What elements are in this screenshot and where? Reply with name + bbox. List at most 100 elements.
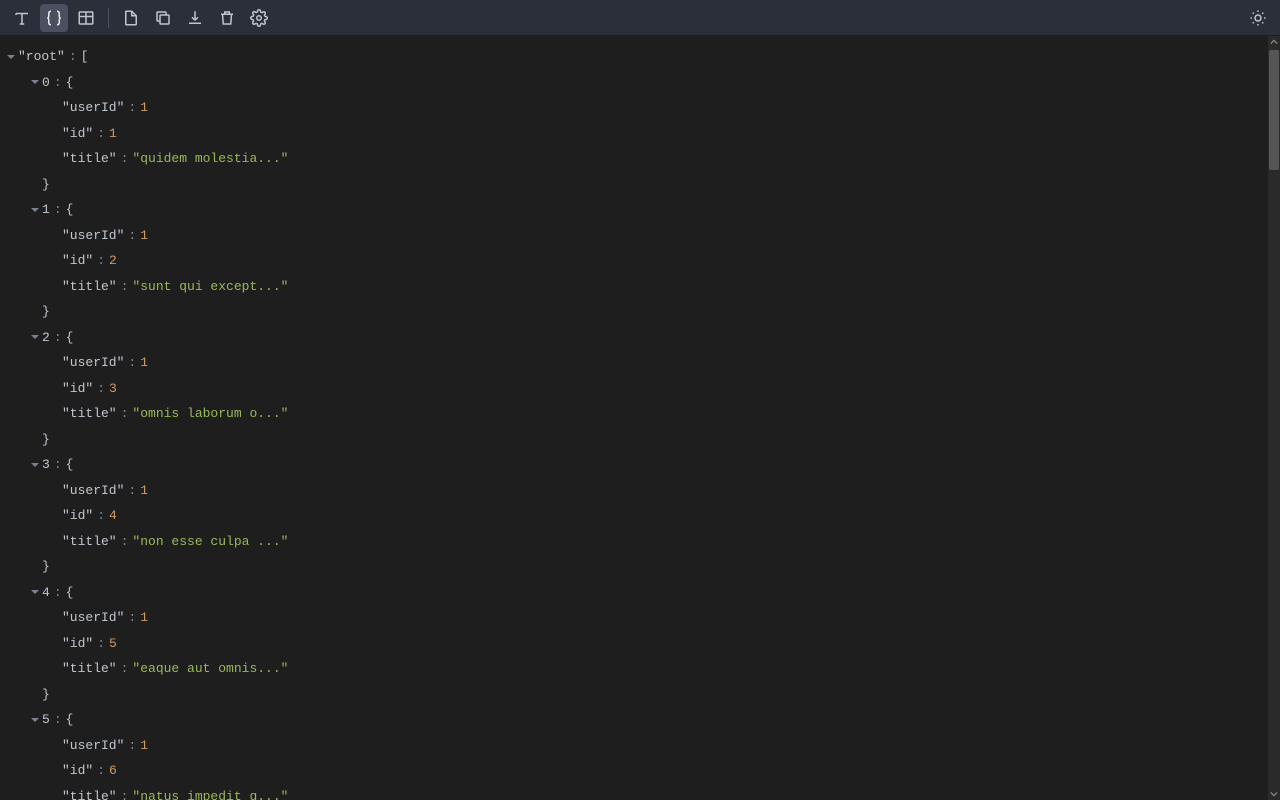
download-icon — [186, 9, 204, 27]
object-open: { — [66, 455, 74, 475]
prop-key-userId: "userId" — [62, 481, 124, 501]
prop-key-title: "title" — [62, 149, 117, 169]
object-open: { — [66, 328, 74, 348]
colon: : — [121, 277, 129, 297]
prop-val-id: 2 — [109, 251, 117, 271]
prop-val-title: "quidem molestia..." — [132, 149, 288, 169]
prop-title-4[interactable]: "title" : "eaque aut omnis..." — [4, 656, 1280, 682]
colon: : — [128, 736, 136, 756]
prop-key-userId: "userId" — [62, 736, 124, 756]
array-index: 2 — [42, 328, 50, 348]
caret-icon[interactable] — [28, 460, 42, 470]
prop-val-userId: 1 — [140, 98, 148, 118]
array-item-1[interactable]: 1 : { — [4, 197, 1280, 223]
object-close-2: } — [4, 427, 1280, 453]
prop-id-4[interactable]: "id" : 5 — [4, 631, 1280, 657]
scrollbar[interactable] — [1268, 36, 1280, 800]
prop-key-userId: "userId" — [62, 226, 124, 246]
prop-key-id: "id" — [62, 124, 93, 144]
array-item-4[interactable]: 4 : { — [4, 580, 1280, 606]
object-close-3: } — [4, 554, 1280, 580]
text-view-button[interactable] — [8, 4, 36, 32]
object-close-0: } — [4, 172, 1280, 198]
colon: : — [121, 787, 129, 800]
caret-icon[interactable] — [28, 332, 42, 342]
copy-button[interactable] — [149, 4, 177, 32]
colon: : — [121, 532, 129, 552]
caret-icon[interactable] — [28, 205, 42, 215]
prop-key-title: "title" — [62, 404, 117, 424]
theme-button[interactable] — [1244, 4, 1272, 32]
prop-title-0[interactable]: "title" : "quidem molestia..." — [4, 146, 1280, 172]
prop-userId-5[interactable]: "userId" : 1 — [4, 733, 1280, 759]
object-open: { — [66, 200, 74, 220]
table-icon — [77, 9, 95, 27]
file-icon — [122, 9, 140, 27]
array-index: 1 — [42, 200, 50, 220]
prop-id-5[interactable]: "id" : 6 — [4, 758, 1280, 784]
array-item-0[interactable]: 0 : { — [4, 70, 1280, 96]
prop-userId-2[interactable]: "userId" : 1 — [4, 350, 1280, 376]
caret-icon[interactable] — [28, 715, 42, 725]
prop-title-5[interactable]: "title" : "natus impedit q..." — [4, 784, 1280, 800]
scroll-up-arrow[interactable] — [1268, 36, 1280, 48]
object-open: { — [66, 73, 74, 93]
colon: : — [128, 98, 136, 118]
prop-userId-1[interactable]: "userId" : 1 — [4, 223, 1280, 249]
prop-title-3[interactable]: "title" : "non esse culpa ..." — [4, 529, 1280, 555]
array-item-2[interactable]: 2 : { — [4, 325, 1280, 351]
prop-key-title: "title" — [62, 787, 117, 800]
colon: : — [121, 659, 129, 679]
delete-button[interactable] — [213, 4, 241, 32]
prop-userId-4[interactable]: "userId" : 1 — [4, 605, 1280, 631]
prop-val-id: 3 — [109, 379, 117, 399]
download-button[interactable] — [181, 4, 209, 32]
colon: : — [97, 506, 105, 526]
colon: : — [128, 608, 136, 628]
scroll-down-arrow[interactable] — [1268, 788, 1280, 800]
prop-id-1[interactable]: "id" : 2 — [4, 248, 1280, 274]
prop-id-2[interactable]: "id" : 3 — [4, 376, 1280, 402]
toolbar — [0, 0, 1280, 36]
colon: : — [97, 124, 105, 144]
array-index: 3 — [42, 455, 50, 475]
colon: : — [54, 455, 62, 475]
caret-icon[interactable] — [4, 52, 18, 62]
prop-userId-3[interactable]: "userId" : 1 — [4, 478, 1280, 504]
prop-key-title: "title" — [62, 659, 117, 679]
table-view-button[interactable] — [72, 4, 100, 32]
colon: : — [69, 47, 77, 67]
caret-icon[interactable] — [28, 77, 42, 87]
prop-title-2[interactable]: "title" : "omnis laborum o..." — [4, 401, 1280, 427]
colon: : — [121, 149, 129, 169]
prop-id-3[interactable]: "id" : 4 — [4, 503, 1280, 529]
prop-id-0[interactable]: "id" : 1 — [4, 121, 1280, 147]
colon: : — [128, 481, 136, 501]
prop-val-userId: 1 — [140, 353, 148, 373]
prop-title-1[interactable]: "title" : "sunt qui except..." — [4, 274, 1280, 300]
prop-key-userId: "userId" — [62, 608, 124, 628]
prop-userId-0[interactable]: "userId" : 1 — [4, 95, 1280, 121]
array-item-3[interactable]: 3 : { — [4, 452, 1280, 478]
json-tree-content: "root" : [0 : {"userId" : 1"id" : 1"titl… — [0, 36, 1280, 800]
settings-button[interactable] — [245, 4, 273, 32]
colon: : — [128, 226, 136, 246]
tree-view-button[interactable] — [40, 4, 68, 32]
object-open: { — [66, 583, 74, 603]
root-key: "root" — [18, 47, 65, 67]
prop-key-id: "id" — [62, 761, 93, 781]
prop-val-title: "eaque aut omnis..." — [132, 659, 288, 679]
prop-val-id: 1 — [109, 124, 117, 144]
array-item-5[interactable]: 5 : { — [4, 707, 1280, 733]
new-button[interactable] — [117, 4, 145, 32]
toolbar-divider — [108, 8, 109, 28]
toolbar-right — [1244, 4, 1272, 32]
caret-icon[interactable] — [28, 587, 42, 597]
prop-key-title: "title" — [62, 277, 117, 297]
trash-icon — [218, 9, 236, 27]
prop-val-id: 6 — [109, 761, 117, 781]
root-node[interactable]: "root" : [ — [4, 44, 1280, 70]
prop-val-title: "omnis laborum o..." — [132, 404, 288, 424]
prop-val-userId: 1 — [140, 736, 148, 756]
scrollbar-thumb[interactable] — [1269, 50, 1279, 170]
